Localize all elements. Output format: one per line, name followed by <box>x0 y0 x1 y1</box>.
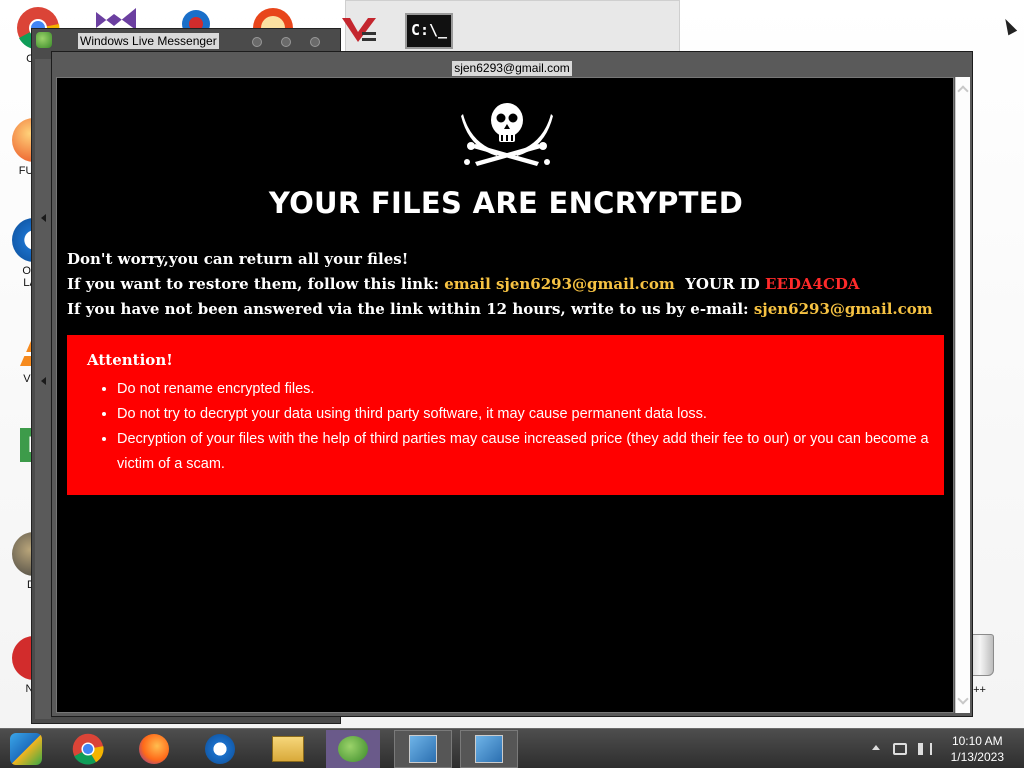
attention-title: Attention! <box>87 351 173 369</box>
taskbar-opera[interactable] <box>190 730 250 768</box>
attention-list: Do not rename encrypted files. Do not tr… <box>117 377 943 477</box>
chrome-icon <box>72 733 104 765</box>
command-prompt-icon[interactable]: C:\_ <box>405 13 453 49</box>
network-icon[interactable] <box>893 743 907 755</box>
maximize-button[interactable] <box>281 37 291 47</box>
note-line-reassure: Don't worry,you can return all your file… <box>67 250 408 268</box>
note-window-title-text: sjen6293@gmail.com <box>452 61 572 76</box>
taskbar-firefox[interactable] <box>124 730 184 768</box>
messenger-window-title: Windows Live Messenger <box>78 33 219 49</box>
mouse-cursor-icon <box>1000 16 1018 36</box>
victim-id-value: EEDA4CDA <box>765 275 860 293</box>
taskbar: 10:10 AM 1/13/2023 <box>0 728 1024 768</box>
collapse-arrow-icon[interactable] <box>41 377 46 385</box>
attention-box: Attention! Do not rename encrypted files… <box>67 335 944 495</box>
close-button[interactable] <box>310 37 320 47</box>
taskbar-messenger[interactable] <box>326 730 380 768</box>
network-setup-icon <box>409 735 437 763</box>
contact-email-link[interactable]: email sjen6293@gmail.com <box>444 275 675 293</box>
note-line-restore: If you want to restore them, follow this… <box>67 275 860 293</box>
attention-item: Decryption of your files with the help o… <box>117 427 943 477</box>
opera-icon <box>205 734 235 764</box>
note-heading: YOUR FILES ARE ENCRYPTED <box>268 186 744 220</box>
scroll-up-icon[interactable] <box>957 85 969 97</box>
minimize-button[interactable] <box>252 37 262 47</box>
background-window[interactable] <box>345 0 680 52</box>
volume-icon[interactable] <box>918 743 932 755</box>
firefox-icon <box>139 734 169 764</box>
system-clock[interactable]: 10:10 AM 1/13/2023 <box>951 733 1004 765</box>
clock-time: 10:10 AM <box>951 734 1003 748</box>
fallback-email-link[interactable]: sjen6293@gmail.com <box>754 300 933 318</box>
taskbar-network-setup-1[interactable] <box>394 730 452 768</box>
clock-date: 1/13/2023 <box>950 750 1004 764</box>
app-icon[interactable] <box>340 14 380 48</box>
show-hidden-icons-icon[interactable] <box>872 745 880 750</box>
messenger-icon <box>36 32 52 48</box>
explorer-icon <box>272 736 304 762</box>
start-button[interactable] <box>0 730 52 768</box>
note-window-title: sjen6293@gmail.com <box>52 57 972 76</box>
messenger-icon <box>338 736 368 762</box>
taskbar-explorer[interactable] <box>258 730 318 768</box>
ransom-note-window[interactable]: sjen6293@gmail.com YOUR FILES ARE ENCRYP… <box>51 51 973 717</box>
note-line-text: If you want to restore them, follow this… <box>67 275 439 293</box>
collapse-arrow-icon[interactable] <box>41 214 46 222</box>
vertical-scrollbar[interactable] <box>955 77 970 713</box>
note-content: YOUR FILES ARE ENCRYPTED Don't worry,you… <box>56 77 954 713</box>
taskbar-chrome[interactable] <box>58 730 118 768</box>
scroll-down-icon[interactable] <box>957 693 969 705</box>
start-orb-icon <box>10 733 42 765</box>
attention-item: Do not rename encrypted files. <box>117 377 943 402</box>
victim-id-label: YOUR ID <box>685 275 760 293</box>
note-line-text: If you have not been answered via the li… <box>67 300 749 318</box>
note-line-fallback: If you have not been answered via the li… <box>67 300 933 318</box>
attention-item: Do not try to decrypt your data using th… <box>117 402 943 427</box>
taskbar-network-setup-2[interactable] <box>460 730 518 768</box>
note-line-text: Don't worry,you can return all your file… <box>67 250 409 268</box>
skull-crossed-swords-icon <box>461 103 553 166</box>
network-setup-icon <box>475 735 503 763</box>
messenger-sidebar <box>35 59 51 719</box>
